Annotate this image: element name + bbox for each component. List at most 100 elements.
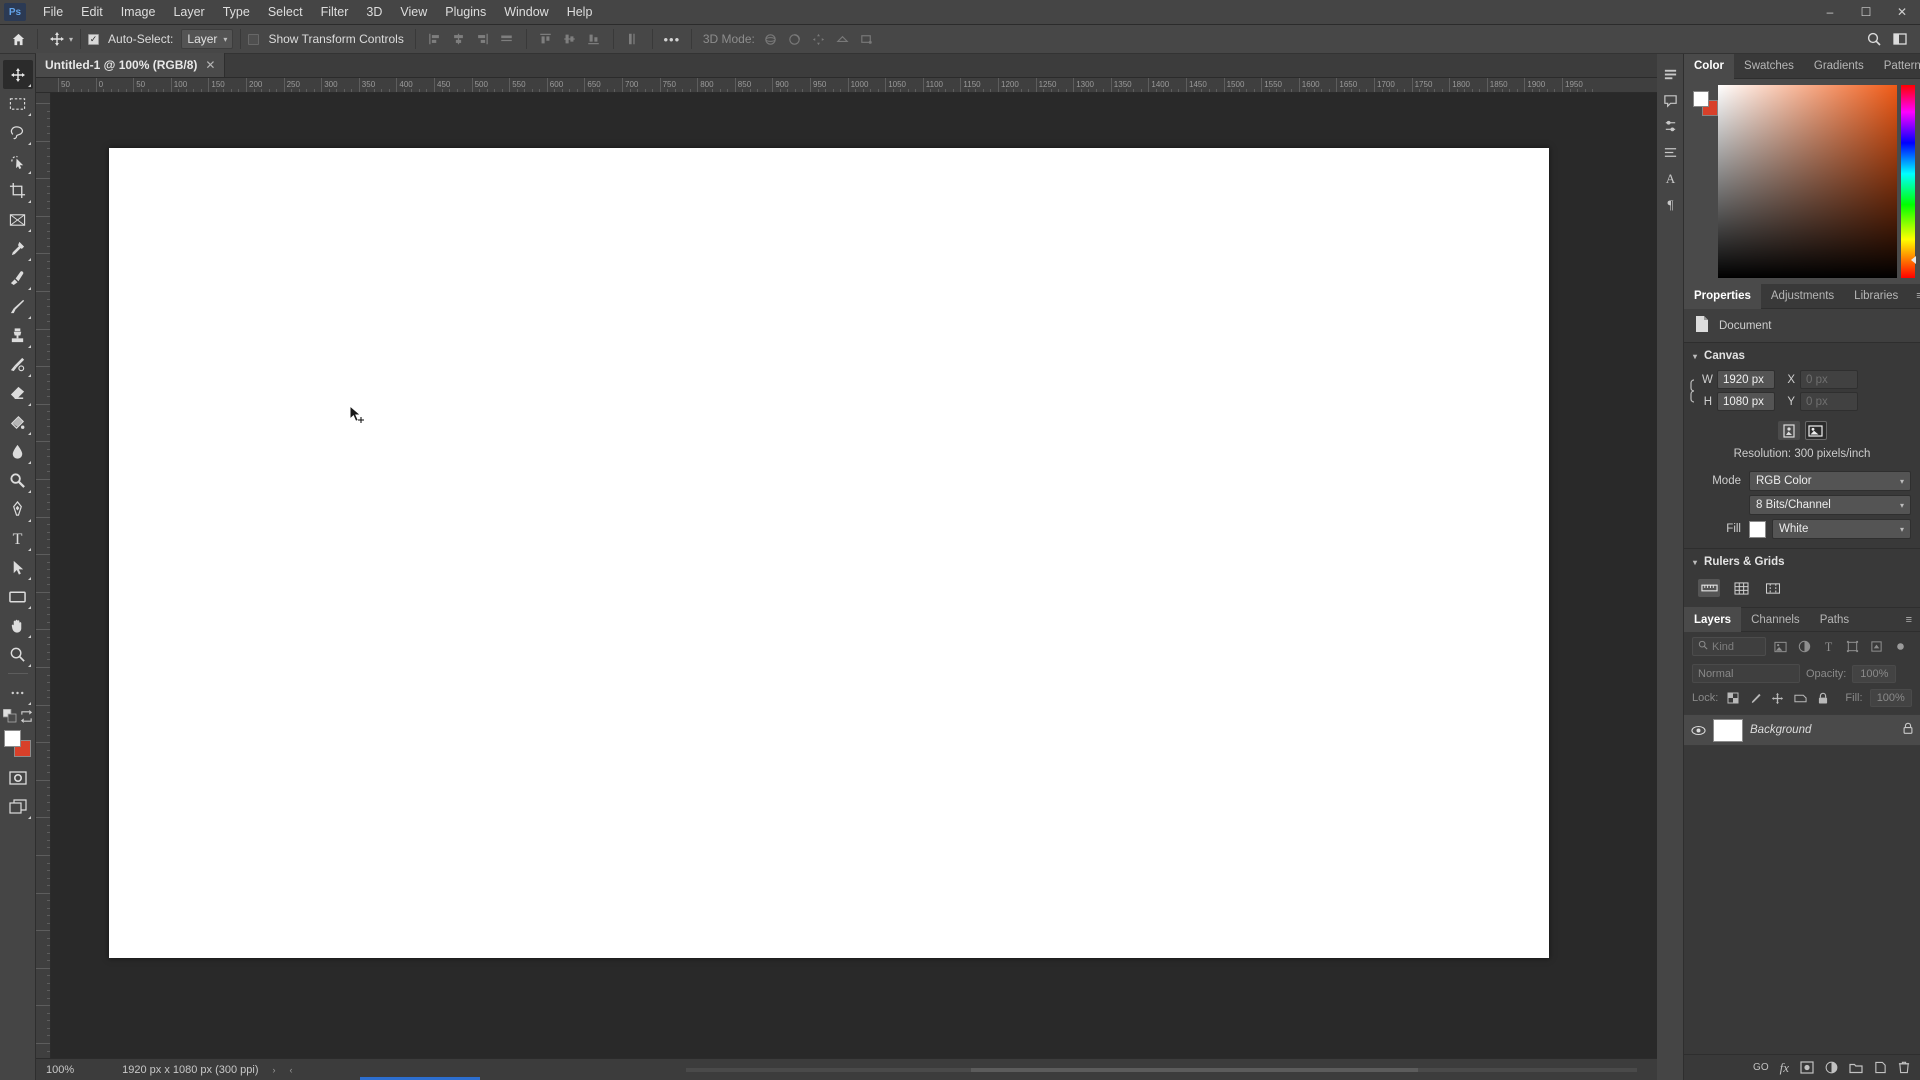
filter-shape-icon[interactable] [1842,637,1862,656]
3d-roll-icon[interactable] [783,28,807,50]
tab-adjustments[interactable]: Adjustments [1761,284,1844,309]
align-top-icon[interactable] [534,28,558,50]
foreground-color-swatch[interactable] [3,730,21,747]
gradient-tool[interactable] [3,408,33,437]
object-selection-tool[interactable] [3,147,33,176]
lock-all-icon[interactable] [1815,690,1830,706]
fill-opacity-input[interactable]: 100% [1869,689,1912,707]
menu-image[interactable]: Image [112,1,165,23]
rulers-icon[interactable] [1698,579,1720,597]
auto-select-group[interactable]: ✓ Auto-Select: Layer ▾ [88,29,234,49]
color-mode-dropdown[interactable]: RGB Color ▾ [1749,471,1911,491]
align-bottom-icon[interactable] [582,28,606,50]
align-right-icon[interactable] [471,28,495,50]
edit-toolbar-icon[interactable] [3,678,33,707]
menu-view[interactable]: View [391,1,436,23]
menu-3d[interactable]: 3D [357,1,391,23]
landscape-orientation-icon[interactable] [1804,421,1827,440]
tab-gradients[interactable]: Gradients [1804,54,1874,79]
close-document-icon[interactable]: ✕ [205,58,215,72]
new-group-icon[interactable] [1849,1062,1863,1074]
tab-properties[interactable]: Properties [1684,283,1761,309]
adjustment-layer-icon[interactable] [1825,1061,1838,1074]
lock-image-pixels-icon[interactable] [1748,690,1763,706]
swap-colors-icon[interactable] [20,709,33,726]
canvas-y-input[interactable]: 0 px [1800,392,1858,411]
character-panel-icon[interactable]: A [1658,166,1682,190]
status-expand-icon[interactable]: › [273,1065,276,1075]
brush-tool[interactable] [3,292,33,321]
status-scrollbar[interactable] [686,1068,1637,1072]
menu-select[interactable]: Select [259,1,312,23]
auto-select-checkbox[interactable]: ✓ [88,33,100,45]
horizontal-type-tool[interactable]: T [3,524,33,553]
adjustments-panel-icon[interactable] [1658,114,1682,138]
blend-mode-dropdown[interactable]: Normal [1692,664,1800,683]
hand-tool[interactable] [3,611,33,640]
fill-color-swatch[interactable] [1749,520,1766,538]
rulers-grids-section-header[interactable]: ▾ Rulers & Grids [1684,549,1920,573]
menu-filter[interactable]: Filter [312,1,358,23]
layer-mask-icon[interactable] [1800,1061,1814,1074]
align-left-icon[interactable] [423,28,447,50]
canvas-width-input[interactable]: 1920 px [1717,370,1775,389]
fill-dropdown[interactable]: White ▾ [1772,519,1911,539]
canvas-area[interactable] [51,93,1657,1058]
opacity-input[interactable]: 100% [1852,664,1897,683]
lock-artboard-nesting-icon[interactable] [1793,690,1808,706]
bit-depth-dropdown[interactable]: 8 Bits/Channel ▾ [1749,495,1911,515]
color-spectrum[interactable] [1718,85,1897,278]
lock-position-icon[interactable] [1770,690,1785,706]
zoom-tool[interactable] [3,640,33,669]
menu-edit[interactable]: Edit [72,1,112,23]
dodge-tool[interactable] [3,466,33,495]
delete-layer-icon[interactable] [1898,1061,1910,1074]
tool-preset-caret-icon[interactable]: ▾ [69,35,73,44]
show-transform-group[interactable]: ✓ Show Transform Controls [248,32,407,46]
3d-scale-icon[interactable] [855,28,879,50]
blur-tool[interactable] [3,437,33,466]
home-icon[interactable] [6,28,30,50]
artboard-canvas[interactable] [109,148,1549,958]
screen-mode-icon[interactable] [3,792,33,821]
tab-color[interactable]: Color [1684,53,1735,79]
portrait-orientation-icon[interactable] [1777,421,1800,440]
3d-pan-icon[interactable] [807,28,831,50]
tab-patterns[interactable]: Patterns [1874,54,1920,79]
3d-orbit-icon[interactable] [759,28,783,50]
layer-locked-icon[interactable] [1902,722,1914,738]
maximize-button[interactable]: ☐ [1848,0,1884,25]
canvas-section-header[interactable]: ▾ Canvas [1684,343,1920,367]
filter-adjustment-icon[interactable] [1794,637,1814,656]
move-tool-icon[interactable] [45,28,69,50]
move-tool[interactable] [2,60,33,89]
paragraph-panel-icon[interactable]: ¶ [1658,192,1682,216]
hue-slider[interactable] [1901,85,1916,278]
lasso-tool[interactable] [3,118,33,147]
menu-plugins[interactable]: Plugins [436,1,495,23]
canvas-height-input[interactable]: 1080 px [1717,392,1775,411]
align-center-horizontal-icon[interactable] [447,28,471,50]
history-panel-icon[interactable] [1658,62,1682,86]
layer-name[interactable]: Background [1750,724,1895,736]
filter-pixel-icon[interactable] [1770,637,1790,656]
layers-panel-menu-icon[interactable]: ≡ [1898,614,1920,626]
default-colors-icon[interactable] [2,708,17,726]
tab-layers[interactable]: Layers [1684,607,1742,632]
tab-channels[interactable]: Channels [1741,607,1810,632]
table-row[interactable]: Background [1684,714,1920,746]
document-tab[interactable]: Untitled-1 @ 100% (RGB/8) ✕ [36,53,226,77]
pen-tool[interactable] [3,495,33,524]
align-middle-vertical-icon[interactable] [558,28,582,50]
search-icon[interactable] [1862,28,1886,50]
color-panel-foreground-swatch[interactable] [1693,91,1709,107]
menu-layer[interactable]: Layer [164,1,213,23]
zoom-level[interactable]: 100% [46,1064,74,1076]
3d-slide-icon[interactable] [831,28,855,50]
arrange-documents-icon[interactable] [1888,28,1912,50]
layer-visibility-icon[interactable] [1690,725,1706,736]
frame-tool[interactable] [3,205,33,234]
lock-transparent-pixels-icon[interactable] [1725,690,1740,706]
guides-icon[interactable] [1762,579,1784,597]
distribute-vertical-icon[interactable] [621,28,645,50]
